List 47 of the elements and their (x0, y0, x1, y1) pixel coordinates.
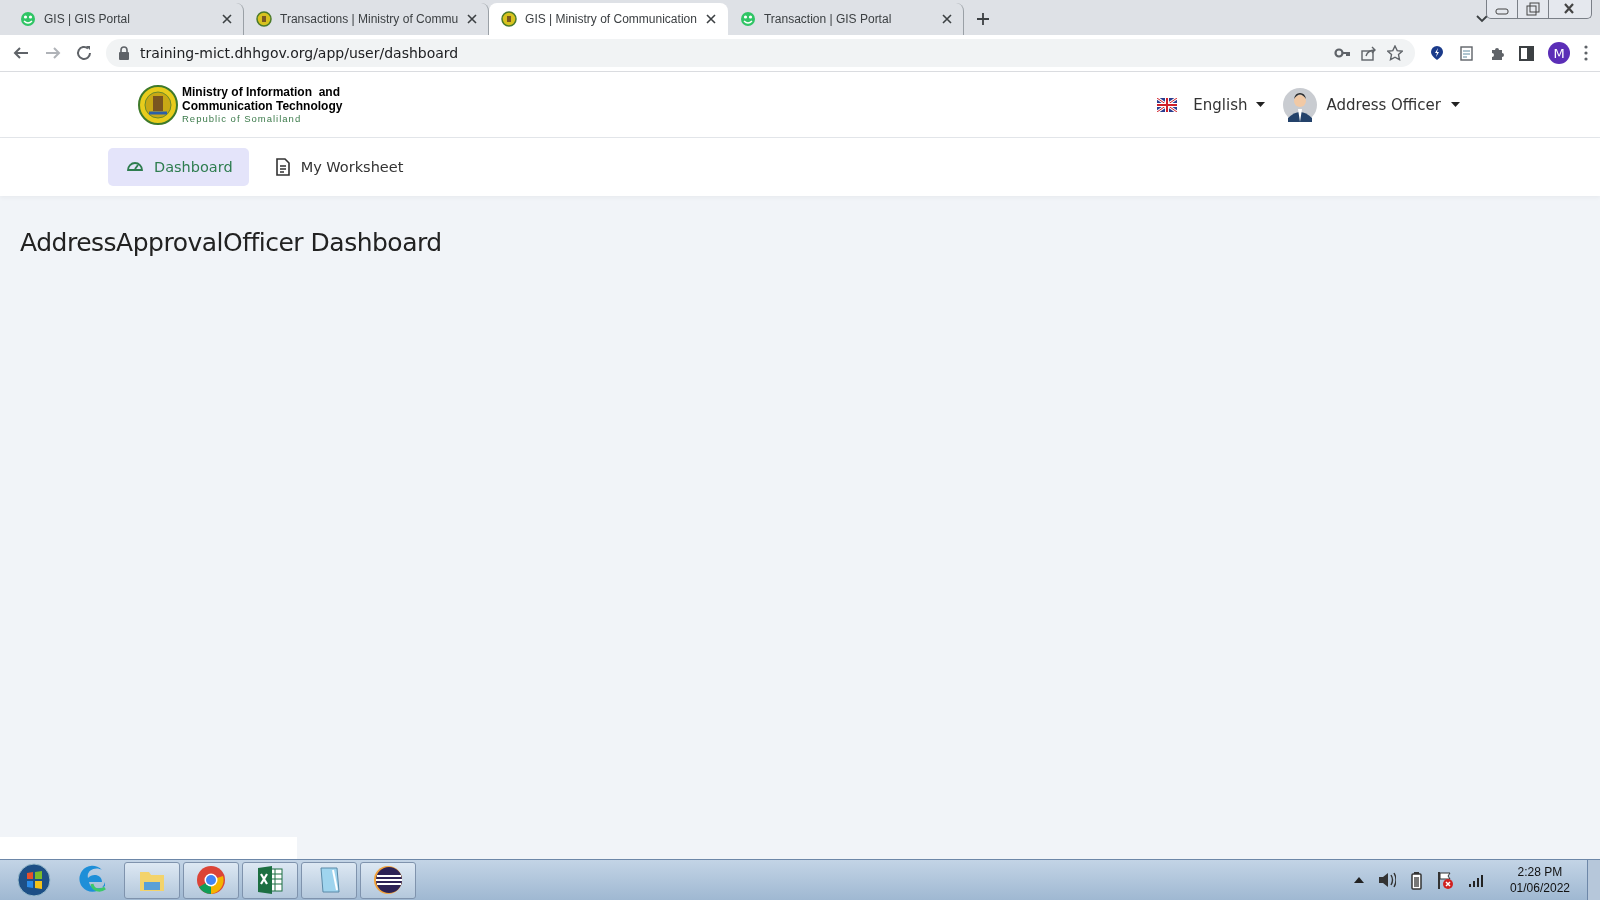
extension-pin-icon[interactable] (1429, 45, 1445, 61)
favicon-icon (501, 11, 518, 27)
reload-icon[interactable] (76, 45, 92, 61)
speaker-icon[interactable] (1377, 871, 1396, 889)
signal-icon[interactable] (1467, 873, 1484, 887)
taskbar-button[interactable] (360, 861, 416, 899)
user-menu[interactable]: Address Officer (1282, 87, 1460, 122)
nav-tab[interactable]: My Worksheet (256, 148, 420, 186)
logo-subtitle: Republic of Somaliland (182, 113, 303, 124)
caret-icon (1255, 102, 1265, 107)
share-icon[interactable] (1361, 45, 1377, 61)
chevron-down-icon[interactable] (1476, 15, 1488, 23)
key-icon[interactable] (1334, 46, 1351, 60)
clipboard-icon[interactable] (1459, 45, 1475, 61)
flag-alert-icon[interactable] (1436, 870, 1454, 890)
logo-title: Ministry of Information and (182, 85, 341, 99)
browser-tab[interactable]: GIS | Ministry of Communication (489, 3, 728, 35)
menu-icon[interactable] (1584, 45, 1588, 61)
close-icon[interactable] (466, 13, 479, 25)
document-icon (274, 158, 291, 176)
favicon-icon (20, 11, 36, 27)
language-dropdown[interactable]: English (1157, 95, 1265, 114)
avatar-icon (1282, 87, 1317, 122)
close-icon[interactable] (704, 13, 717, 25)
star-icon[interactable] (1387, 45, 1403, 61)
close-icon[interactable] (221, 13, 233, 25)
taskbar-button[interactable] (242, 861, 298, 899)
puzzle-icon[interactable] (1489, 45, 1505, 61)
nav-tab[interactable]: Dashboard (108, 148, 249, 186)
profile-avatar[interactable]: M (1548, 42, 1570, 64)
favicon-icon (739, 11, 756, 27)
close-icon[interactable] (940, 13, 953, 25)
side-panel-icon[interactable] (1519, 45, 1534, 61)
lock-icon (118, 46, 130, 60)
flag-icon (1157, 97, 1178, 112)
clock[interactable]: 2:28 PM 01/06/2022 (1509, 864, 1570, 896)
favicon-icon (256, 11, 272, 27)
address-bar[interactable]: training-mict.dhhgov.org/app/user/dashboard (106, 39, 1415, 67)
logo-title: Communication Technology (182, 99, 343, 113)
battery-icon[interactable] (1409, 870, 1423, 890)
emblem-icon (138, 84, 178, 125)
start-button (16, 862, 52, 898)
page-title: AddressApprovalOfficer Dashboard (20, 228, 443, 257)
caret-icon (1451, 102, 1460, 107)
back-icon[interactable] (12, 45, 30, 61)
new-tab-icon[interactable] (975, 12, 990, 26)
chevron-up-icon[interactable] (1353, 877, 1364, 883)
